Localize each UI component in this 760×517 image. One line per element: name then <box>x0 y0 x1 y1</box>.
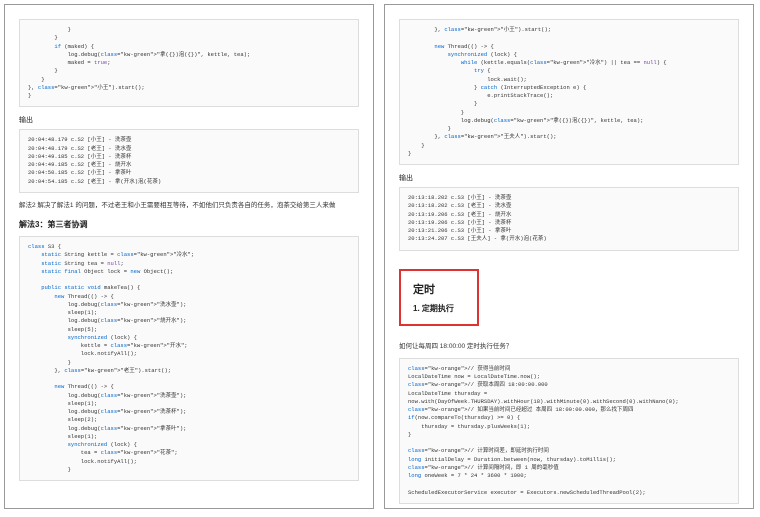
output-block-1: 20:04:48.179 c.S2 [小王] - 洗茶壶 20:04:48.17… <box>19 129 359 193</box>
paragraph-1: 解法2 解决了解法1 的问题，不过老王和小王需要相互等待，不如他们只负责各自的任… <box>19 201 359 211</box>
paragraph-2: 如何让每周四 18:00:00 定时执行任务？ <box>399 342 739 352</box>
callout-timer: 定时 1. 定期执行 <box>399 269 479 326</box>
output-label-2: 输出 <box>399 173 739 183</box>
page-left: } } if (maked) { log.debug(class="kw-gre… <box>4 4 374 509</box>
code-block-1: } } if (maked) { log.debug(class="kw-gre… <box>19 19 359 107</box>
code-block-3: }, class="kw-green">"小王").start(); new T… <box>399 19 739 165</box>
callout-subtitle: 1. 定期执行 <box>413 303 465 314</box>
page-right: }, class="kw-green">"小王").start(); new T… <box>384 4 754 509</box>
code-block-2: class S3 { static String kettle = class=… <box>19 236 359 481</box>
callout-title: 定时 <box>413 281 465 297</box>
output-label: 输出 <box>19 115 359 125</box>
heading-solution3: 解法3：第三者协调 <box>19 219 359 230</box>
output-block-2: 20:13:18.202 c.S3 [小王] - 洗茶壶 20:13:18.20… <box>399 187 739 251</box>
code-block-4: class="kw-orange">// 获得当前时间 LocalDateTim… <box>399 358 739 504</box>
